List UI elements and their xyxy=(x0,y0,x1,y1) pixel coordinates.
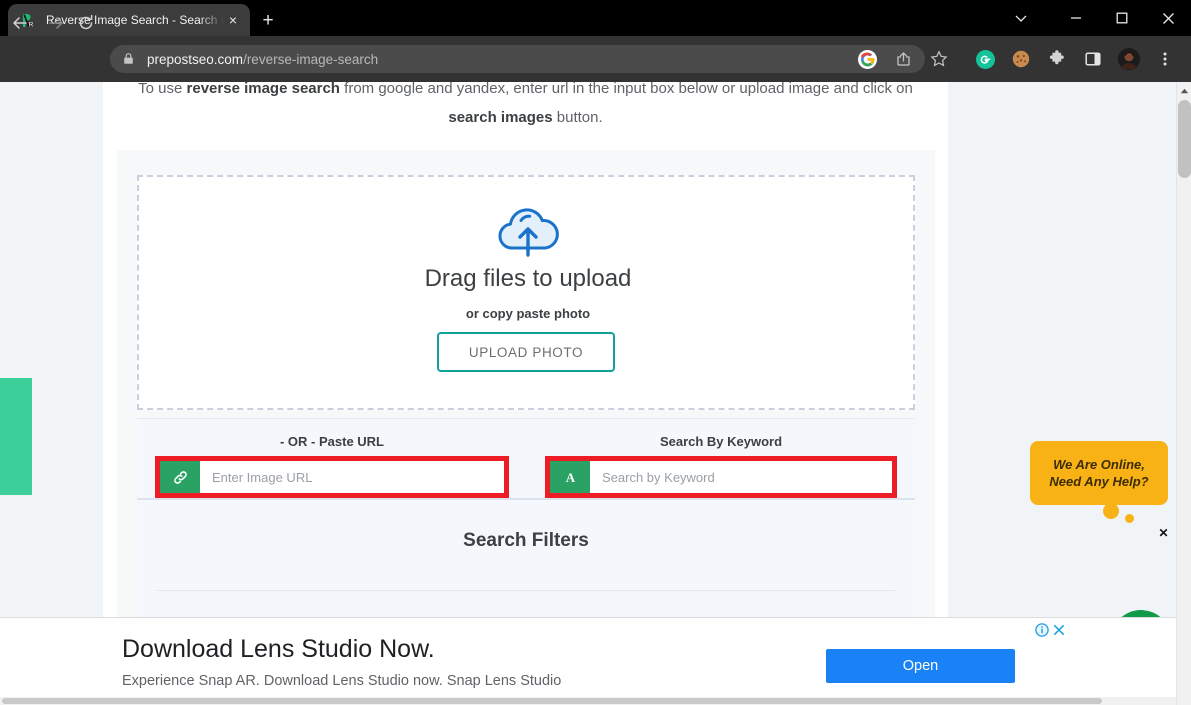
intro-bold-search-images: search images xyxy=(448,109,553,126)
reload-button[interactable] xyxy=(74,11,98,35)
intro-bold-reverse-image-search: reverse image search xyxy=(186,82,340,97)
new-tab-button[interactable]: + xyxy=(256,9,280,33)
keyword-input-highlight: A xyxy=(545,456,897,498)
horizontal-scrollbar-thumb[interactable] xyxy=(2,698,1102,704)
share-icon[interactable] xyxy=(889,45,917,73)
url-input-label: - OR - Paste URL xyxy=(279,434,384,449)
url-input-field[interactable] xyxy=(200,461,504,493)
chat-bubble-tail-small xyxy=(1125,514,1134,523)
ad-inner: Download Lens Studio Now. Experience Sna… xyxy=(103,618,1176,705)
ad-title[interactable]: Download Lens Studio Now. xyxy=(122,635,435,664)
google-icon[interactable] xyxy=(853,45,881,73)
url-text: prepostseo.com/reverse-image-search xyxy=(147,52,378,67)
intro-text-pre: To use xyxy=(138,82,187,97)
profile-avatar[interactable] xyxy=(1115,45,1143,73)
upload-photo-button[interactable]: UPLOAD PHOTO xyxy=(437,332,615,372)
dropzone[interactable]: Drag files to upload or copy paste photo… xyxy=(137,175,915,410)
search-filters-title: Search Filters xyxy=(463,530,589,551)
ad-info-icon[interactable] xyxy=(1035,623,1049,637)
window-controls xyxy=(1001,0,1191,36)
dropzone-title: Drag files to upload xyxy=(424,265,632,292)
link-chain-icon xyxy=(160,461,200,493)
vertical-scrollbar[interactable] xyxy=(1176,82,1191,705)
page-viewport: To use reverse image search from google … xyxy=(0,82,1191,705)
maximize-button[interactable] xyxy=(1099,0,1145,36)
forward-button[interactable] xyxy=(44,11,68,35)
keyword-input-label: Search By Keyword xyxy=(659,434,783,449)
ad-close-icon[interactable] xyxy=(1052,623,1066,637)
upload-card: Drag files to upload or copy paste photo… xyxy=(117,150,935,617)
tab-strip: R Reverse Image Search - Search By × + xyxy=(0,0,1191,36)
ad-open-button[interactable]: Open xyxy=(826,649,1015,683)
inputs-row: - OR - Paste URL Searc xyxy=(137,418,915,498)
ad-subtitle: Experience Snap AR. Download Lens Studio… xyxy=(122,673,562,689)
search-filters-divider xyxy=(157,590,895,591)
cookie-extension-icon[interactable] xyxy=(1007,45,1035,73)
svg-text:A: A xyxy=(565,470,575,485)
scroll-up-arrow-icon[interactable] xyxy=(1177,82,1191,99)
dropzone-subtitle: or copy paste photo xyxy=(465,306,591,321)
extensions-puzzle-icon[interactable] xyxy=(1043,45,1071,73)
lock-icon xyxy=(122,52,136,66)
vertical-scrollbar-thumb[interactable] xyxy=(1178,100,1191,178)
url-input-column: - OR - Paste URL xyxy=(137,419,527,499)
search-filters-section: Search Filters xyxy=(137,498,915,617)
cloud-upload-icon xyxy=(139,203,917,259)
font-letter-a-icon: A xyxy=(550,461,590,493)
horizontal-scrollbar[interactable] xyxy=(0,697,1176,705)
close-window-button[interactable] xyxy=(1145,0,1191,36)
browser-window: R Reverse Image Search - Search By × + p… xyxy=(0,0,1191,705)
minimize-button[interactable] xyxy=(1053,0,1099,36)
grammarly-extension-icon[interactable] xyxy=(971,45,999,73)
intro-text-post: from google and yandex, enter url in the… xyxy=(339,82,913,97)
chat-greeting-line1: We Are Online, xyxy=(1053,457,1145,472)
url-input-highlight xyxy=(155,456,509,498)
feedback-side-tab[interactable] xyxy=(0,378,32,495)
side-panel-icon[interactable] xyxy=(1079,45,1107,73)
keyword-input-field[interactable] xyxy=(590,461,892,493)
intro-paragraph: To use reverse image search from google … xyxy=(103,82,948,132)
ad-banner: Download Lens Studio Now. Experience Sna… xyxy=(0,617,1176,705)
intro-text-end: button. xyxy=(552,109,603,126)
chat-greeting-bubble[interactable]: We Are Online, Need Any Help? xyxy=(1030,441,1168,505)
chat-greeting-text: We Are Online, Need Any Help? xyxy=(1049,456,1148,490)
chat-close-icon[interactable]: ✕ xyxy=(1156,525,1171,540)
tab-close-icon[interactable]: × xyxy=(224,11,242,29)
keyword-input-column: Search By Keyword A xyxy=(527,419,915,499)
chat-bubble-tail-large xyxy=(1103,503,1119,519)
page-content-column: To use reverse image search from google … xyxy=(103,82,948,617)
ad-controls xyxy=(1035,623,1066,637)
tab-search-icon[interactable] xyxy=(1001,0,1041,36)
toolbar-icon-group xyxy=(849,45,1183,73)
back-button[interactable] xyxy=(8,11,32,35)
url-domain: prepostseo.com xyxy=(147,51,244,67)
chrome-menu-icon[interactable] xyxy=(1151,45,1179,73)
tab-title: Reverse Image Search - Search By xyxy=(46,13,224,27)
url-path: /reverse-image-search xyxy=(243,51,379,67)
chat-greeting-line2: Need Any Help? xyxy=(1049,474,1149,489)
address-bar[interactable]: prepostseo.com/reverse-image-search xyxy=(110,45,925,73)
bookmark-star-icon[interactable] xyxy=(925,45,953,73)
